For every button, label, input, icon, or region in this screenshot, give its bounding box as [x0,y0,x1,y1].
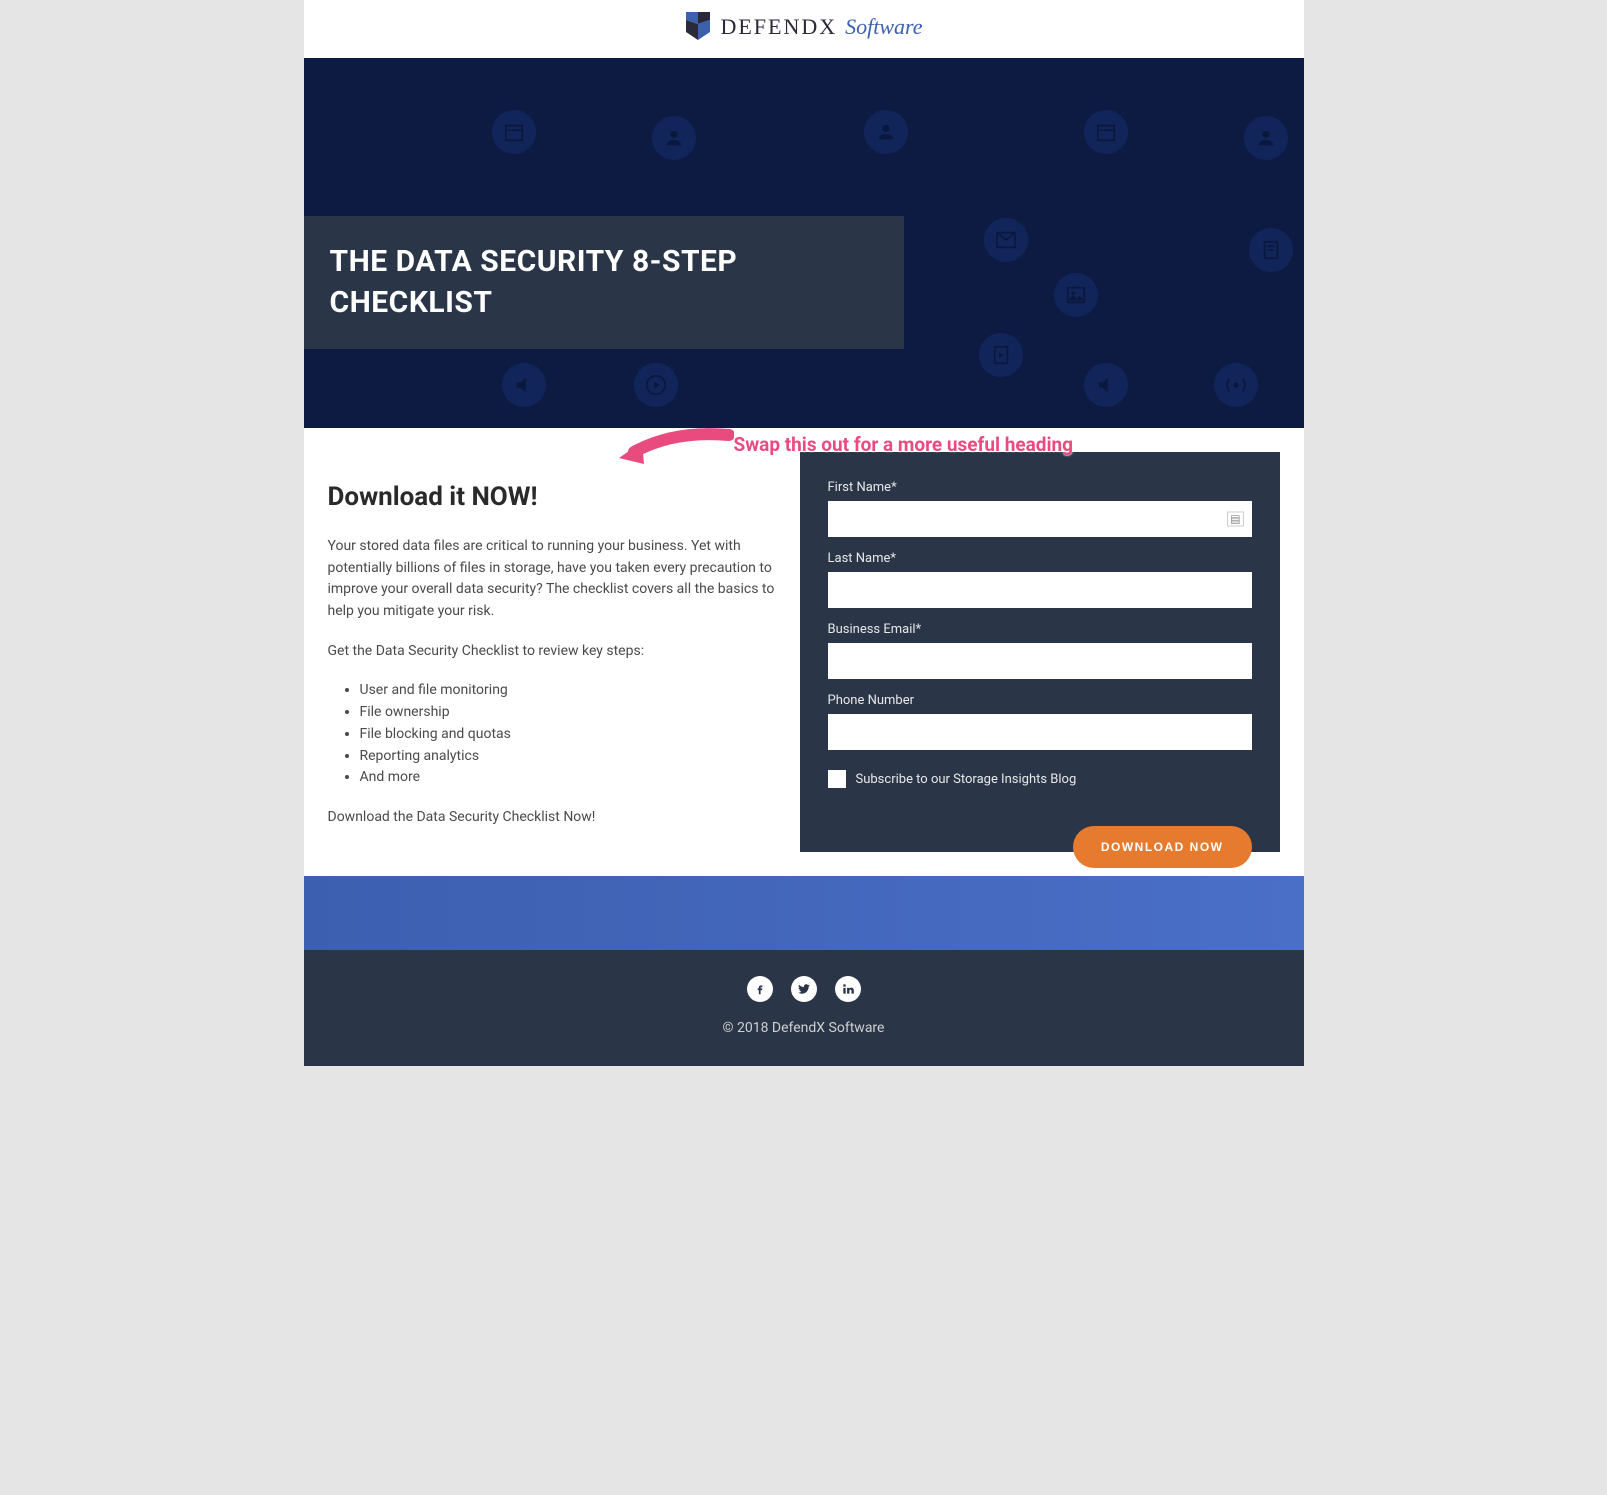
body-section: Swap this out for a more useful heading … [304,428,1304,876]
calendar-icon [492,110,536,154]
form-panel: First Name* ▤ Last Name* Business Email*… [800,452,1280,852]
file-play-icon [979,333,1023,377]
shield-logo-icon [684,10,712,44]
first-name-label: First Name* [828,480,1252,495]
play-icon [634,363,678,407]
document-icon [1249,228,1293,272]
download-heading: Download it NOW! [328,482,776,512]
list-item: Reporting analytics [360,746,776,768]
broadcast-icon [1214,363,1258,407]
content-column: Download it NOW! Your stored data files … [328,452,776,852]
blue-strip [304,876,1304,950]
submit-wrap: DOWNLOAD NOW [828,826,1252,868]
copyright-text: © 2018 DefendX Software [304,1020,1304,1036]
user-icon [652,116,696,160]
volume-icon [1084,363,1128,407]
user-icon [864,110,908,154]
intro-paragraph: Your stored data files are critical to r… [328,536,776,623]
hero-title-box: THE DATA SECURITY 8-STEP CHECKLIST [304,216,904,349]
form-row-last-name: Last Name* [828,551,1252,608]
form-row-phone: Phone Number [828,693,1252,750]
image-icon [1054,273,1098,317]
list-item: User and file monitoring [360,680,776,702]
list-intro: Get the Data Security Checklist to revie… [328,641,776,663]
linkedin-icon[interactable] [835,976,861,1002]
first-name-field[interactable] [828,501,1252,537]
download-now-button[interactable]: DOWNLOAD NOW [1073,826,1252,868]
email-field[interactable] [828,643,1252,679]
list-item: File blocking and quotas [360,724,776,746]
list-item: And more [360,767,776,789]
list-item: File ownership [360,702,776,724]
subscribe-checkbox[interactable] [828,770,846,788]
form-row-email: Business Email* [828,622,1252,679]
last-name-label: Last Name* [828,551,1252,566]
phone-field[interactable] [828,714,1252,750]
facebook-icon[interactable] [747,976,773,1002]
calendar-icon [1084,110,1128,154]
last-name-field[interactable] [828,572,1252,608]
user-icon [1244,116,1288,160]
twitter-icon[interactable] [791,976,817,1002]
hero-title: THE DATA SECURITY 8-STEP CHECKLIST [330,242,874,323]
subscribe-row: Subscribe to our Storage Insights Blog [828,770,1252,788]
header: DEFENDX Software [304,0,1304,58]
volume-icon [502,363,546,407]
feature-list: User and file monitoring File ownership … [328,680,776,788]
logo-text-main: DEFENDX [720,14,837,40]
mail-icon [984,218,1028,262]
social-row [304,976,1304,1002]
footer: © 2018 DefendX Software [304,950,1304,1066]
subscribe-label: Subscribe to our Storage Insights Blog [856,772,1077,787]
email-label: Business Email* [828,622,1252,637]
form-row-first-name: First Name* ▤ [828,480,1252,537]
logo: DEFENDX Software [684,10,922,44]
page-container: DEFENDX Software THE DATA SECURITY 8-STE… [304,0,1304,1066]
logo-text-sub: Software [845,14,922,40]
autofill-icon: ▤ [1227,512,1243,527]
phone-label: Phone Number [828,693,1252,708]
hero-banner: THE DATA SECURITY 8-STEP CHECKLIST [304,58,1304,428]
cta-paragraph: Download the Data Security Checklist Now… [328,807,776,829]
